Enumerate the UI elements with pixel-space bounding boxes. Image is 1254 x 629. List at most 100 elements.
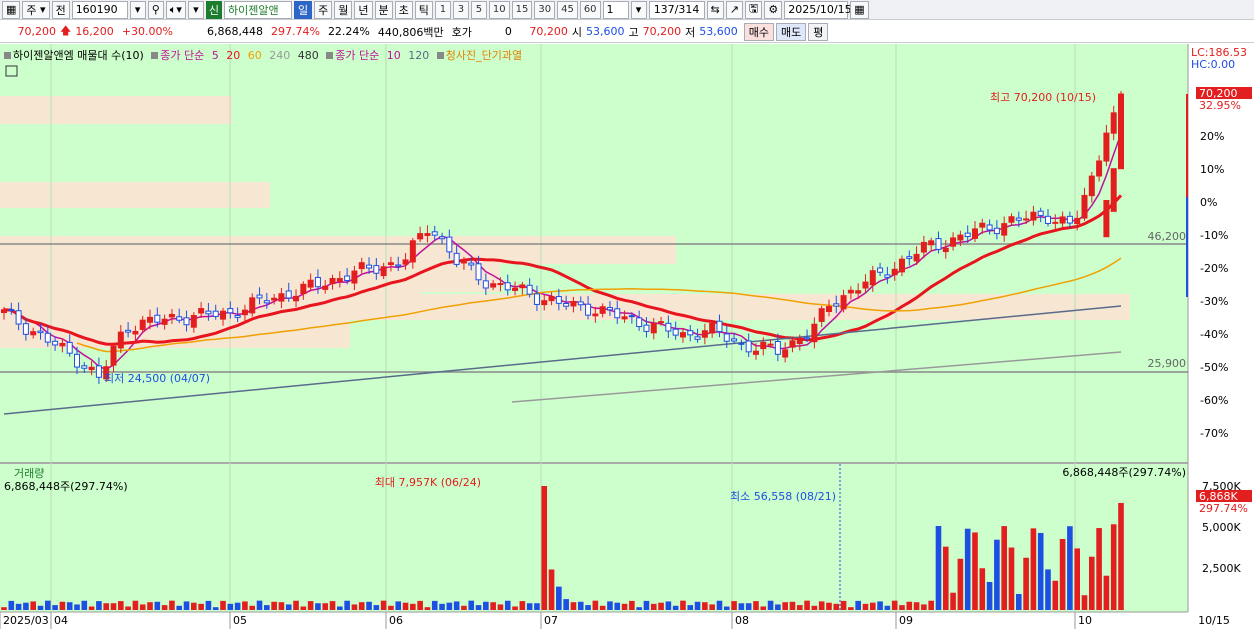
sell-button[interactable]: 매도 [776,22,807,41]
candle-body [468,262,475,266]
volume-bar [534,603,540,610]
period-year[interactable]: 년 [354,0,373,19]
legend-square-icon [436,52,444,59]
pct-tick-label: -30% [1200,295,1228,308]
candle-body [804,337,811,340]
candle-body [592,313,599,317]
period-day[interactable]: 일 [294,0,313,19]
volume-bar [1037,532,1044,610]
candle-body [431,231,438,236]
max-volume-annotation: 최대 7,957K (06/24) [375,476,481,489]
volume-bar [687,605,694,610]
code-dropdown-icon[interactable]: ▾ [129,0,146,19]
volume-bar [103,603,110,610]
prev-button[interactable]: 전 [51,0,70,19]
volume-bar [154,601,161,610]
volume-bar [840,600,847,610]
volume-bar [278,602,285,610]
candle-body [555,296,562,304]
volume-bar [8,600,15,610]
minute-3[interactable]: 3 [452,0,469,19]
minute-5[interactable]: 5 [470,0,487,19]
count-input[interactable]: 1 [602,0,629,19]
candle-body [979,222,986,228]
volume-bar [139,604,146,610]
candle-body [519,284,526,289]
candle-body [212,310,219,317]
candle-body [694,336,701,340]
candle-body [964,232,971,237]
period-second[interactable]: 초 [394,0,413,19]
period-month[interactable]: 월 [334,0,353,19]
volume-bar [643,600,650,610]
volume-bar [570,602,577,610]
candle-body [417,233,424,240]
minute-15[interactable]: 15 [511,0,533,19]
stock-name-field[interactable]: 하이젠알앤 [224,0,292,19]
candle-body [125,329,132,333]
volume-bar [935,526,942,610]
period-tick[interactable]: 틱 [414,0,433,19]
eval-button[interactable]: 평 [808,22,829,41]
volume-bar [424,607,431,610]
volume-bar [88,606,95,610]
volume-tick-label: 2,500K [1202,562,1241,575]
candle-body [1015,217,1022,221]
search-icon[interactable]: ⚲ [147,0,164,19]
market-select[interactable]: 주 ▾ [22,0,50,19]
volume-bar [1052,580,1059,610]
save-icon[interactable]: 🖫 [744,0,763,19]
candle-body [88,366,95,371]
volume-ratio: 297.74% [270,25,320,38]
settings-icon[interactable]: ⚙ [764,0,783,19]
volume-bar [198,603,204,610]
volume-bar [410,603,416,610]
candle-body [1066,215,1073,224]
candle-body [752,350,759,355]
volume-bar [950,592,956,610]
grid-icon[interactable]: ▦ [2,0,21,19]
minute-30[interactable]: 30 [534,0,556,19]
speaker-icon[interactable]: 🔈︎▾ [165,0,186,19]
range-bar-down [1186,197,1188,297]
minute-1[interactable]: 1 [434,0,451,19]
candle-body [906,256,913,259]
volume-bar [81,600,88,610]
code-input[interactable]: 160190 [71,0,128,19]
stock-nav-icon[interactable]: ▾ [187,0,204,19]
candle-body [351,270,358,284]
volume-bar [52,605,58,610]
minute-60[interactable]: 60 [579,0,601,19]
candle-body [723,333,730,342]
candle-body [110,345,117,366]
legend-square-icon [326,52,334,59]
period-minute[interactable]: 분 [374,0,393,19]
candle-body [263,300,270,304]
minute-10[interactable]: 10 [488,0,510,19]
volume-bar [957,558,964,610]
date-input[interactable]: 2025/10/15 [784,0,852,19]
volume-bar [519,601,526,610]
volume-bar [307,601,314,610]
candle-body [993,227,1000,235]
price-change: 16,200 [75,25,114,38]
candle-body [482,280,489,289]
price-volume-chart[interactable]: 46,200 25,900 최고 70,200 (10/15) 최저 24,50… [0,44,1254,629]
period-week[interactable]: 주 [314,0,333,19]
candle-body [176,316,183,321]
new-badge: 신 [205,0,222,19]
volume-bar [1045,569,1051,610]
volume-bar [1096,528,1102,610]
draw-icon[interactable]: ↗ [725,0,743,19]
minute-45[interactable]: 45 [557,0,578,19]
volume-bar [344,600,350,610]
calendar-icon[interactable]: ▦ [850,0,869,19]
volume-bar [855,600,861,610]
scroll-left-icon[interactable]: ⇆ [706,0,724,19]
volume-bar [716,600,723,610]
volume-bar [607,601,613,610]
volume-title: 거래량 [14,467,44,480]
pct-tick-label: -20% [1200,262,1228,275]
buy-button[interactable]: 매수 [743,22,774,41]
count-dropdown-icon[interactable]: ▾ [630,0,647,19]
